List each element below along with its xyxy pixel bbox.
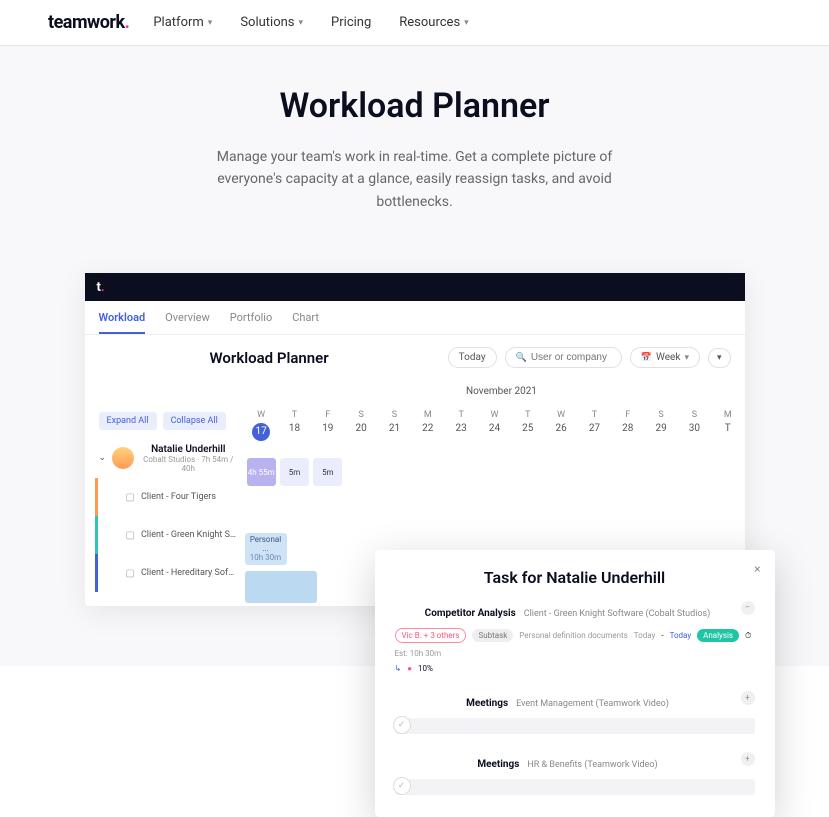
alloc-cell[interactable]: 5m (313, 458, 342, 486)
page-subtitle: Manage your team's work in real-time. Ge… (205, 146, 625, 213)
logo-dot: . (125, 12, 130, 33)
popup-section-competitor: Competitor Analysis Client - Green Knigh… (395, 601, 755, 673)
day-header[interactable]: T25 (511, 404, 544, 452)
meeting-bar[interactable]: ✓ (395, 779, 755, 795)
day-header[interactable]: T18 (278, 404, 311, 452)
section-toggle[interactable]: + (741, 691, 755, 705)
person-row[interactable]: ⌄ Natalie Underhill Cobalt Studios · 7h … (85, 438, 245, 478)
search-icon: 🔍 (516, 353, 527, 363)
person-name: Natalie Underhill (140, 444, 236, 455)
logo[interactable]: teamwork. (48, 12, 129, 33)
task-desc: Personal definition documents (519, 631, 628, 640)
section-title: Competitor Analysis (425, 608, 516, 619)
subtask-icon: ↳ (395, 664, 402, 673)
expand-controls: Expand All Collapse All (85, 404, 245, 438)
day-header[interactable]: S20 (344, 404, 377, 452)
chevron-down-icon: ▾ (299, 18, 304, 28)
toolbar: Workload Planner Today 🔍 📅 Week ▾ ▾ (85, 335, 745, 380)
tab-overview[interactable]: Overview (165, 311, 210, 334)
logo-text: teamwork (48, 12, 125, 33)
clock-icon: ⏱ (745, 631, 751, 641)
expand-all-button[interactable]: Expand All (99, 412, 157, 430)
day-header[interactable]: T27 (578, 404, 611, 452)
top-nav: teamwork. Platform▾ Solutions▾ Pricing R… (0, 0, 829, 46)
collapse-all-button[interactable]: Collapse All (163, 412, 226, 430)
search-input-wrap[interactable]: 🔍 (505, 347, 622, 368)
meeting-bar[interactable]: ✓ (395, 718, 755, 734)
calendar-icon: 📅 (641, 353, 652, 363)
client-row-hereditary[interactable]: ▢ Client - Hereditary Soft... (95, 554, 245, 592)
folder-icon: ▢ (126, 530, 135, 541)
close-button[interactable]: × (754, 562, 760, 576)
section-title: Meetings (466, 698, 508, 709)
client-row-green-knight[interactable]: ▢ Client - Green Knight S... (95, 516, 245, 554)
section-sub: HR & Benefits (Teamwork Video) (527, 760, 657, 770)
app-preview: t. Workload Overview Portfolio Chart Wor… (85, 273, 745, 606)
tab-portfolio[interactable]: Portfolio (230, 311, 272, 334)
day-header[interactable]: S29 (644, 404, 677, 452)
chevron-down-icon: ▾ (684, 353, 689, 363)
task-popup: × Task for Natalie Underhill Competitor … (375, 550, 775, 817)
today-button[interactable]: Today (448, 347, 497, 368)
section-toggle[interactable]: + (741, 752, 755, 766)
filter-button[interactable]: ▾ (708, 348, 731, 368)
popup-section-meetings-2: Meetings HR & Benefits (Teamwork Video) … (395, 752, 755, 795)
section-toggle[interactable]: – (741, 601, 755, 615)
hero: Workload Planner Manage your team's work… (0, 46, 829, 666)
page-title: Workload Planner (0, 86, 829, 126)
folder-icon: ▢ (126, 568, 135, 579)
section-sub: Client - Green Knight Software (Cobalt S… (524, 609, 711, 619)
day-header[interactable]: MT (711, 404, 744, 452)
check-icon[interactable]: ✓ (393, 716, 411, 734)
day-header[interactable]: W26 (544, 404, 577, 452)
day-header[interactable]: S21 (378, 404, 411, 452)
nav-pricing[interactable]: Pricing (331, 15, 371, 30)
popup-section-meetings-1: Meetings Event Management (Teamwork Vide… (395, 691, 755, 734)
nav-items: Platform▾ Solutions▾ Pricing Resources▾ (153, 15, 468, 30)
app-logo: t. (97, 280, 105, 295)
day-header[interactable]: M22 (411, 404, 444, 452)
day-header[interactable]: F28 (611, 404, 644, 452)
alloc-cell[interactable]: 4h 55m (247, 458, 276, 486)
subtask-chip: Subtask (472, 629, 513, 642)
warning-icon: ● (407, 664, 412, 673)
day-header[interactable]: T23 (444, 404, 477, 452)
grid-header: W17T18F19S20S21M22T23W24T25W26T27F28S29S… (245, 404, 745, 452)
nav-platform[interactable]: Platform▾ (153, 15, 212, 30)
left-column: Expand All Collapse All ⌄ Natalie Underh… (85, 380, 245, 606)
tab-chart[interactable]: Chart (292, 311, 319, 334)
check-icon[interactable]: ✓ (393, 777, 411, 795)
day-header[interactable]: W24 (478, 404, 511, 452)
nav-solutions[interactable]: Solutions▾ (240, 15, 303, 30)
client-row-four-tigers[interactable]: ▢ Client - Four Tigers (95, 478, 245, 516)
day-header[interactable]: F19 (311, 404, 344, 452)
assignee-chip[interactable]: Vic B. + 3 others (395, 628, 467, 643)
app-topbar: t. (85, 273, 745, 301)
day-header[interactable]: W17 (245, 404, 278, 452)
section-sub: Event Management (Teamwork Video) (516, 699, 669, 709)
alloc-cell[interactable]: 5m (280, 458, 309, 486)
filter-icon: ▾ (717, 353, 722, 363)
avatar (112, 447, 134, 469)
person-sub: Cobalt Studios · 7h 54m / 40h (140, 455, 236, 473)
section-title: Meetings (477, 759, 519, 770)
search-input[interactable] (531, 352, 611, 363)
planner-body: Expand All Collapse All ⌄ Natalie Underh… (85, 380, 745, 606)
chevron-down-icon: ▾ (464, 18, 469, 28)
chevron-down-icon: ▾ (208, 18, 213, 28)
day-header[interactable]: S30 (678, 404, 711, 452)
chevron-down-icon[interactable]: ⌄ (99, 453, 107, 463)
app-tabs: Workload Overview Portfolio Chart (85, 301, 745, 335)
app-title: Workload Planner (99, 349, 440, 367)
tab-workload[interactable]: Workload (99, 311, 146, 334)
tag-chip[interactable]: Analysis (697, 629, 739, 642)
person-alloc-row: 4h 55m 5m 5m (245, 452, 745, 492)
folder-icon: ▢ (126, 492, 135, 503)
popup-title: Task for Natalie Underhill (395, 568, 755, 587)
client-grid-row (245, 492, 745, 530)
month-label: November 2021 (245, 380, 745, 404)
week-selector[interactable]: 📅 Week ▾ (630, 347, 700, 368)
nav-resources[interactable]: Resources▾ (399, 15, 468, 30)
progress-value: 10% (418, 664, 433, 673)
